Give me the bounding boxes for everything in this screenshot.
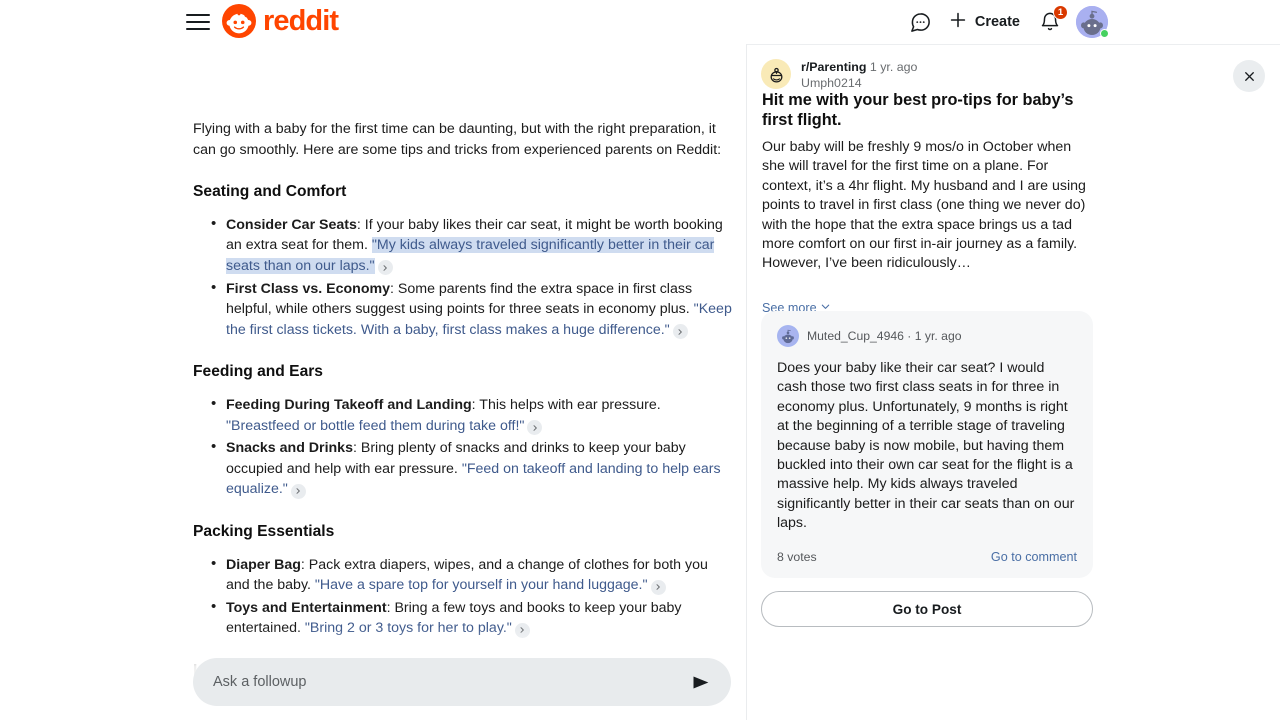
comment-author-avatar[interactable] — [777, 325, 799, 347]
comment-avatar-snoo-icon — [779, 327, 797, 345]
chevron-right-icon[interactable] — [650, 579, 666, 595]
hamburger-line — [186, 21, 210, 23]
create-button-label: Create — [974, 14, 1020, 30]
close-panel-button[interactable] — [1233, 60, 1265, 92]
post-timestamp: 1 yr. ago — [869, 60, 918, 74]
source-quote[interactable]: "Have a spare top for yourself in your h… — [315, 577, 648, 593]
subreddit-avatar[interactable] — [761, 59, 791, 89]
list-item: Feeding During Takeoff and Landing: This… — [193, 394, 733, 436]
chat-bubble-icon[interactable] — [901, 2, 941, 42]
notifications-bell-icon[interactable]: 1 — [1030, 2, 1070, 42]
top-navigation-bar: reddit Create 1 — [0, 0, 1280, 44]
reddit-logo-link[interactable]: reddit — [222, 4, 339, 38]
plus-icon — [947, 9, 969, 35]
post-header: r/Parenting 1 yr. ago Umph0214 — [761, 59, 917, 91]
subreddit-name[interactable]: r/Parenting — [801, 60, 866, 74]
section-heading: Packing Essentials — [193, 522, 335, 540]
comment-footer: 8 votes Go to comment — [777, 550, 1077, 564]
create-button[interactable]: Create — [941, 5, 1030, 39]
comment-author-name[interactable]: Muted_Cup_4946 — [807, 329, 904, 343]
hamburger-menu-icon[interactable] — [186, 10, 210, 34]
section-heading: Feeding and Ears — [193, 363, 323, 381]
notification-badge-count: 1 — [1053, 5, 1068, 20]
post-body-text: Our baby will be freshly 9 mos/o in Octo… — [762, 139, 1086, 272]
chevron-right-icon[interactable] — [672, 324, 688, 340]
list-item-term: First Class vs. Economy — [226, 280, 391, 297]
comment-header: Muted_Cup_4946 · 1 yr. ago — [777, 325, 1077, 347]
hamburger-line — [186, 14, 210, 16]
comment-card[interactable]: Muted_Cup_4946 · 1 yr. ago Does your bab… — [761, 311, 1093, 578]
list-item-term: Diaper Bag — [226, 556, 301, 573]
source-quote[interactable]: "Bring 2 or 3 toys for her to play." — [305, 620, 512, 636]
section-heading: Seating and Comfort — [193, 183, 347, 201]
list-item-term: Consider Car Seats — [226, 216, 357, 233]
go-to-post-button[interactable]: Go to Post — [761, 591, 1093, 627]
post-meta-top: r/Parenting 1 yr. ago — [801, 59, 917, 75]
list-item: Consider Car Seats: If your baby likes t… — [193, 214, 733, 277]
reddit-snoo-logo-icon — [222, 4, 256, 38]
answer-panel: Flying with a baby for the first time ca… — [0, 44, 746, 720]
followup-input-container[interactable] — [193, 658, 731, 706]
list-item: Snacks and Drinks: Bring plenty of snack… — [193, 437, 733, 500]
list-item: Diaper Bag: Pack extra diapers, wipes, a… — [193, 553, 733, 596]
list-item-term: Snacks and Drinks — [226, 440, 353, 457]
user-avatar[interactable] — [1076, 6, 1109, 38]
post-title: Hit me with your best pro-tips for baby’… — [762, 91, 1074, 129]
comment-vote-count: 8 votes — [777, 549, 817, 564]
close-icon — [1244, 71, 1254, 81]
reddit-wordmark: reddit — [263, 5, 339, 37]
list-item-term: Feeding During Takeoff and Landing — [226, 396, 472, 413]
section-list: Feeding During Takeoff and Landing: This… — [193, 394, 733, 500]
section-list: Consider Car Seats: If your baby likes t… — [193, 214, 733, 341]
post-preview-panel: r/Parenting 1 yr. ago Umph0214 Hit me wi… — [747, 45, 1280, 720]
answer-content: Flying with a baby for the first time ca… — [193, 119, 733, 720]
answer-intro-paragraph: Flying with a baby for the first time ca… — [193, 121, 722, 158]
comment-body-text: Does your baby like their car seat? I wo… — [777, 360, 1075, 532]
chevron-right-icon[interactable] — [514, 622, 530, 638]
list-item: First Class vs. Economy: Some parents fi… — [193, 278, 733, 341]
list-item: Toys and Entertainment: Bring a few toys… — [193, 597, 733, 639]
list-item-text: : This helps with ear pressure. — [471, 396, 661, 413]
comment-meta-separator: · — [907, 329, 912, 343]
source-quote[interactable]: "Breastfeed or bottle feed them during t… — [226, 418, 524, 434]
section-list: Diaper Bag: Pack extra diapers, wipes, a… — [193, 553, 733, 639]
chevron-right-icon[interactable] — [290, 483, 306, 499]
list-item-term: Toys and Entertainment — [226, 599, 387, 616]
nav-right-actions: Create 1 — [901, 0, 1109, 44]
comment-timestamp: 1 yr. ago — [914, 329, 962, 343]
subreddit-snoo-icon — [770, 67, 782, 82]
send-arrow-icon[interactable] — [690, 672, 711, 693]
post-meta: r/Parenting 1 yr. ago Umph0214 — [801, 59, 917, 91]
chevron-right-icon[interactable] — [527, 420, 543, 436]
chevron-right-icon[interactable] — [377, 260, 393, 276]
online-status-dot — [1100, 29, 1109, 38]
post-author[interactable]: Umph0214 — [801, 75, 917, 91]
go-to-comment-link[interactable]: Go to comment — [991, 550, 1077, 564]
hamburger-line — [186, 28, 210, 30]
followup-input[interactable] — [213, 674, 690, 690]
comment-meta: Muted_Cup_4946 · 1 yr. ago — [807, 329, 962, 343]
